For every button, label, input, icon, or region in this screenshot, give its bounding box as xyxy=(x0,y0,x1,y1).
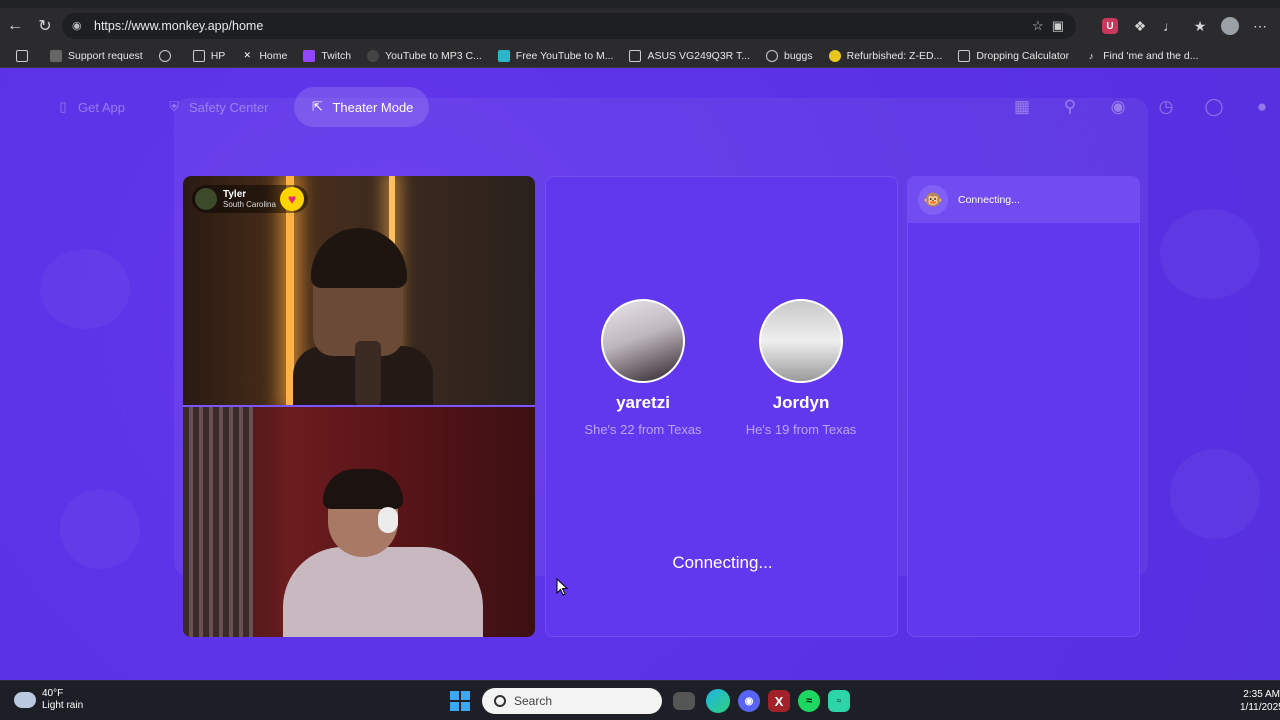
get-app-button[interactable]: ▯ Get App xyxy=(40,87,141,127)
globe-icon xyxy=(158,49,171,62)
camera-icon[interactable]: ▣ xyxy=(1052,18,1064,34)
heart-icon[interactable]: ♥ xyxy=(280,187,304,211)
bookmark-item[interactable]: ✕ Home xyxy=(233,45,295,67)
reload-icon[interactable]: ↻ xyxy=(30,11,60,41)
bookmark-item[interactable]: Support request xyxy=(42,45,151,67)
avatar xyxy=(601,299,685,383)
extension-ublock-icon[interactable]: U xyxy=(1096,11,1124,41)
twitch-icon xyxy=(303,49,316,62)
windows-start-icon[interactable] xyxy=(446,687,474,715)
chat-status: Connecting... xyxy=(958,194,1020,206)
favorite-star-icon[interactable]: ☆ xyxy=(1032,18,1044,34)
weather-widget[interactable]: 40°F Light rain xyxy=(14,688,83,712)
globe-icon xyxy=(766,49,778,62)
bookmark-item[interactable]: buggs xyxy=(758,45,821,67)
bookmark-item[interactable]: ASUS VG249Q3R T... xyxy=(621,45,758,67)
avatar xyxy=(195,188,217,210)
bookmark-item[interactable]: Free YouTube to M... xyxy=(490,45,622,67)
browser-essentials-icon[interactable]: ♩ xyxy=(1156,11,1184,41)
system-clock[interactable]: 2:35 AM 1/11/2025 xyxy=(1240,688,1280,714)
match-desc: She's 22 from Texas xyxy=(584,422,702,437)
bookmark-item[interactable]: Twitch xyxy=(295,45,359,67)
address-bar[interactable]: ◉ https://www.monkey.app/home ☆ ▣ xyxy=(62,13,1076,39)
local-video xyxy=(183,407,535,637)
bookmark-item[interactable]: Refurbished: Z-ED... xyxy=(821,45,951,67)
background-blob xyxy=(1170,449,1260,539)
more-menu-icon[interactable]: ⋯ xyxy=(1246,11,1274,41)
bookmark-item[interactable]: ♪ Find 'me and the d... xyxy=(1077,45,1206,67)
chat-header: 🐵 Connecting... xyxy=(908,177,1139,223)
cloud-rain-icon xyxy=(14,692,36,708)
avatar xyxy=(759,299,843,383)
tiktok-icon: ♪ xyxy=(1088,50,1094,61)
edge-browser-icon[interactable] xyxy=(706,689,730,713)
bookmark-item[interactable]: Dropping Calculator xyxy=(950,45,1077,67)
monkey-icon: 🐵 xyxy=(918,185,948,215)
back-icon[interactable]: ← xyxy=(0,11,30,41)
remote-user-name: Tyler xyxy=(223,189,247,200)
chat-app-icon[interactable]: ▫ xyxy=(828,690,850,712)
weather-temperature: 40°F xyxy=(42,688,64,699)
match-name: yaretzi xyxy=(616,393,670,412)
remote-user-location: South Carolina xyxy=(223,200,276,209)
calculator-icon xyxy=(958,49,971,62)
profile-icon[interactable] xyxy=(1216,11,1244,41)
taskbar-search[interactable]: Search xyxy=(482,688,662,714)
address-bar-actions: ☆ ▣ xyxy=(1032,18,1064,34)
support-icon xyxy=(50,49,62,62)
address-url[interactable]: https://www.monkey.app/home xyxy=(94,19,263,33)
x-icon: ✕ xyxy=(243,50,252,60)
bookmark-item[interactable] xyxy=(151,45,185,67)
match-profile[interactable]: Jordyn He's 19 from Texas xyxy=(741,299,861,437)
match-desc: He's 19 from Texas xyxy=(745,422,857,437)
history-icon[interactable]: ◷ xyxy=(1148,89,1184,125)
toolbar-right: U ❖ ♩ ★ ⋯ xyxy=(1096,8,1280,44)
ytm-icon xyxy=(497,49,510,62)
clock-time: 2:35 AM xyxy=(1243,689,1280,700)
spotify-icon[interactable]: ≈ xyxy=(798,690,820,712)
clock-date: 1/11/2025 xyxy=(1240,702,1280,713)
extensions-icon[interactable]: ❖ xyxy=(1126,11,1154,41)
search-icon xyxy=(494,695,506,707)
connecting-status: Connecting... xyxy=(672,553,773,572)
mouse-cursor-icon xyxy=(556,578,568,596)
avatar[interactable]: ● xyxy=(1244,89,1280,125)
site-info-icon[interactable]: ◉ xyxy=(72,19,86,33)
match-profile[interactable]: yaretzi She's 22 from Texas xyxy=(583,299,703,437)
task-view-icon[interactable] xyxy=(673,692,695,710)
background-blob xyxy=(40,249,130,329)
asus-icon xyxy=(629,49,642,62)
bookmarks-toggle[interactable] xyxy=(8,45,42,67)
browser-tab-strip xyxy=(0,0,1280,8)
match-name: Jordyn xyxy=(772,393,830,412)
discord-icon[interactable]: ◉ xyxy=(738,690,760,712)
messages-icon[interactable]: ◯ xyxy=(1196,89,1232,125)
taskbar: 40°F Light rain Search ◉ X ≈ ▫ 2:35 AM 1… xyxy=(0,680,1280,720)
bookmarks-bar: Support request HP ✕ Home Twitch YouTube … xyxy=(0,44,1280,68)
chat-panel: 🐵 Connecting... xyxy=(907,176,1140,637)
ebay-icon xyxy=(828,49,841,62)
taskbar-apps: Search ◉ X ≈ ▫ xyxy=(446,687,850,715)
background-blob xyxy=(60,489,140,569)
video-column xyxy=(183,176,535,637)
folder-icon xyxy=(192,49,205,62)
app-x-icon[interactable]: X xyxy=(768,690,790,712)
taskbar-search-placeholder: Search xyxy=(514,694,553,708)
weather-condition: Light rain xyxy=(42,700,84,711)
favorites-icon[interactable]: ★ xyxy=(1186,11,1214,41)
youtube-icon xyxy=(367,49,380,62)
remote-user-info: Tyler South Carolina xyxy=(223,189,276,209)
background-blob xyxy=(1160,209,1260,299)
browser-toolbar: ← ↻ ◉ https://www.monkey.app/home ☆ ▣ U … xyxy=(0,8,1280,44)
phone-icon: ▯ xyxy=(59,99,67,114)
match-panel: yaretzi She's 22 from Texas Jordyn He's … xyxy=(545,176,898,637)
bookmark-item[interactable]: HP xyxy=(185,45,234,67)
sidebar-icon xyxy=(16,49,28,62)
weather-info: 40°F Light rain xyxy=(42,688,83,712)
bookmark-item[interactable]: YouTube to MP3 C... xyxy=(359,45,490,67)
